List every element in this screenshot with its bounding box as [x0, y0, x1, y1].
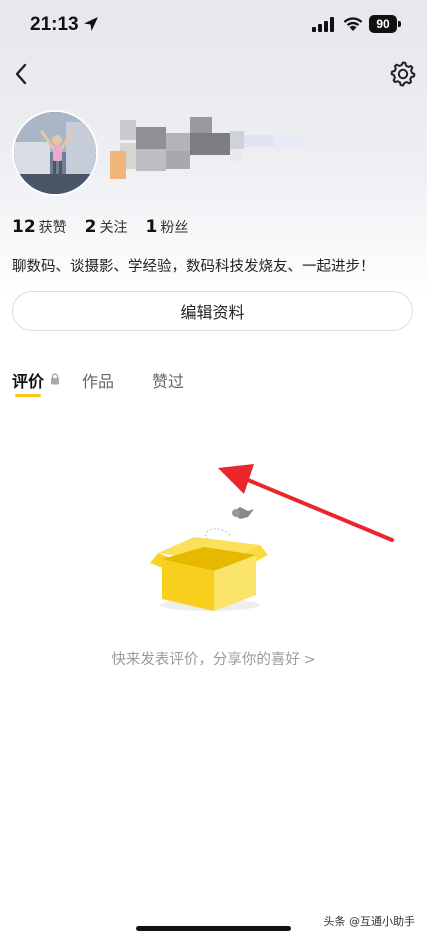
stat-following[interactable]: 2 关注	[85, 217, 128, 237]
username-redacted	[110, 117, 304, 179]
chevron-left-icon[interactable]	[8, 58, 36, 90]
stat-following-label: 关注	[99, 220, 128, 236]
wifi-icon	[343, 17, 363, 31]
location-arrow-icon	[84, 17, 98, 31]
profile-bio: 聊数码、谈摄影、学经验，数码科技发烧友、一起进步！	[12, 259, 375, 275]
stat-followers-value: 1	[145, 217, 158, 237]
empty-state-message: 快来发表评价，分享你的喜好	[111, 652, 300, 668]
stat-likes[interactable]: 12 获赞	[12, 217, 67, 237]
stat-likes-label: 获赞	[38, 220, 67, 236]
edit-profile-button[interactable]: 编辑资料	[12, 291, 413, 331]
status-time: 21:13	[30, 14, 79, 35]
tab-reviews[interactable]: 评价	[12, 368, 44, 392]
empty-box-illustration	[150, 507, 268, 611]
signal-icon	[312, 17, 334, 32]
avatar-photo	[14, 112, 96, 194]
status-bar: 21:13 90	[0, 0, 427, 50]
stat-followers[interactable]: 1 粉丝	[146, 217, 189, 237]
battery-tip	[398, 21, 401, 27]
watermark: 头条 @互通小助手	[323, 915, 416, 928]
gear-icon[interactable]	[388, 59, 418, 89]
stat-following-value: 2	[84, 217, 97, 237]
tab-works[interactable]: 作品	[82, 368, 114, 392]
battery-level: 90	[369, 15, 397, 33]
active-tab-indicator	[15, 394, 41, 397]
stat-followers-label: 粉丝	[160, 220, 189, 236]
home-indicator[interactable]	[136, 926, 291, 931]
avatar[interactable]	[12, 110, 98, 196]
profile-stats: 12 获赞 2 关注 1 粉丝	[12, 217, 188, 237]
tab-liked[interactable]: 赞过	[152, 368, 184, 392]
chevron-right-icon: >	[303, 652, 316, 668]
lock-icon	[51, 373, 59, 385]
stat-likes-value: 12	[12, 217, 36, 237]
battery-indicator: 90	[369, 15, 401, 33]
empty-state-link[interactable]: 快来发表评价，分享你的喜好 >	[0, 648, 427, 669]
